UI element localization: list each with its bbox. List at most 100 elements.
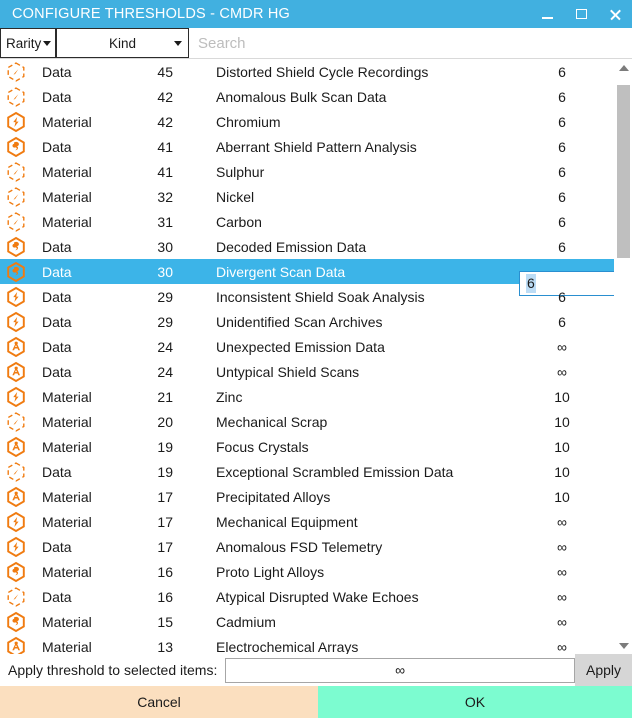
rarity-filter-dropdown[interactable]: Rarity [0, 28, 56, 58]
kind-filter-dropdown[interactable]: Kind [56, 28, 189, 58]
table-row[interactable]: Material 21 Zinc 10 [0, 384, 614, 409]
table-row[interactable]: Material 17 Precipitated Alloys 10 [0, 484, 614, 509]
threshold-cell[interactable]: 10 [518, 414, 614, 430]
table-row[interactable]: Data 42 Anomalous Bulk Scan Data 6 [0, 84, 614, 109]
search-input[interactable] [189, 27, 632, 59]
table-row[interactable]: Material 20 Mechanical Scrap 10 [0, 409, 614, 434]
table-row[interactable]: Data 29 Unidentified Scan Archives 6 [0, 309, 614, 334]
hex-solid-atom-icon [7, 636, 25, 654]
scrollbar-track[interactable] [615, 76, 632, 637]
table-row[interactable]: Material 17 Mechanical Equipment ∞ [0, 509, 614, 534]
apply-button[interactable]: Apply [575, 654, 632, 686]
threshold-cell[interactable]: 6 [518, 239, 614, 255]
chevron-down-icon [618, 642, 629, 649]
threshold-cell[interactable]: 10 [518, 389, 614, 405]
threshold-cell[interactable]: ∞ [518, 539, 614, 555]
threshold-cell[interactable]: 10 [518, 489, 614, 505]
item-name-cell: Electrochemical Arrays [216, 638, 359, 655]
table-row[interactable]: Material 42 Chromium 6 [0, 109, 614, 134]
ok-button[interactable]: OK [318, 686, 632, 718]
table-row[interactable]: Material 32 Nickel 6 [0, 184, 614, 209]
rarity-icon-cell [0, 311, 32, 333]
threshold-cell[interactable]: ∞ [518, 639, 614, 655]
threshold-cell[interactable]: ∞ [518, 364, 614, 380]
table-row[interactable]: Data 41 Aberrant Shield Pattern Analysis 6 [0, 134, 614, 159]
table-row[interactable]: Data 19 Exceptional Scrambled Emission Dat… [0, 459, 614, 484]
cancel-button[interactable]: Cancel [0, 686, 318, 718]
rarity-icon-cell [0, 411, 32, 433]
scroll-up-button[interactable] [615, 59, 632, 76]
threshold-cell[interactable]: 6 [518, 139, 614, 155]
window-controls [530, 0, 632, 28]
rarity-icon-cell [0, 211, 32, 233]
rarity-icon-cell [0, 611, 32, 633]
table-row[interactable]: Data 29 Inconsistent Shield Soak Analysis 6 [0, 284, 614, 309]
count-cell: 29 [157, 288, 173, 305]
maximize-button[interactable] [564, 0, 598, 28]
scrollbar-thumb[interactable] [617, 85, 630, 258]
count-cell: 20 [157, 413, 173, 430]
count-cell: 41 [157, 163, 173, 180]
table-row[interactable]: Material 41 Sulphur 6 [0, 159, 614, 184]
table-row[interactable]: Data 30 Divergent Scan Data 6 [0, 259, 614, 296]
rarity-icon-cell [0, 286, 32, 308]
table-row[interactable]: Data 16 Atypical Disrupted Wake Echoes ∞ [0, 584, 614, 609]
threshold-cell[interactable]: 6 [518, 289, 614, 305]
kind-cell: Material [42, 638, 92, 655]
vertical-scrollbar[interactable] [614, 59, 632, 654]
threshold-cell[interactable]: ∞ [518, 514, 614, 530]
hex-dashed-comet-icon [7, 86, 25, 107]
count-cell: 17 [157, 488, 173, 505]
threshold-cell[interactable]: ∞ [518, 614, 614, 630]
threshold-cell[interactable]: 6 [518, 64, 614, 80]
hex-solid-swirl-icon [7, 261, 25, 282]
minimize-button[interactable] [530, 0, 564, 28]
threshold-list-area: Data 45 Distorted Shield Cycle Recordings 6… [0, 59, 632, 654]
kind-cell: Material [42, 413, 92, 430]
table-row[interactable]: Material 31 Carbon 6 [0, 209, 614, 234]
kind-cell: Material [42, 563, 92, 580]
count-cell: 17 [157, 538, 173, 555]
rarity-icon-cell [0, 236, 32, 258]
threshold-cell[interactable]: ∞ [518, 589, 614, 605]
threshold-list[interactable]: Data 45 Distorted Shield Cycle Recordings 6… [0, 59, 614, 654]
table-row[interactable]: Data 17 Anomalous FSD Telemetry ∞ [0, 534, 614, 559]
threshold-cell[interactable]: 6 [518, 114, 614, 130]
threshold-cell[interactable]: 6 [518, 314, 614, 330]
table-row[interactable]: Data 24 Untypical Shield Scans ∞ [0, 359, 614, 384]
scroll-down-button[interactable] [615, 637, 632, 654]
apply-threshold-input[interactable] [225, 657, 575, 683]
table-row[interactable]: Data 24 Unexpected Emission Data ∞ [0, 334, 614, 359]
table-row[interactable]: Data 30 Decoded Emission Data 6 [0, 234, 614, 259]
count-cell: 19 [157, 438, 173, 455]
threshold-cell[interactable]: ∞ [518, 564, 614, 580]
threshold-cell[interactable]: 6 [518, 214, 614, 230]
threshold-cell[interactable]: 6 [518, 189, 614, 205]
threshold-cell[interactable]: 6 [518, 164, 614, 180]
item-name-cell: Cadmium [216, 613, 276, 630]
count-cell: 42 [157, 88, 173, 105]
threshold-cell[interactable]: 10 [518, 439, 614, 455]
table-row[interactable]: Data 45 Distorted Shield Cycle Recordings 6 [0, 59, 614, 84]
threshold-cell[interactable]: 10 [518, 464, 614, 480]
table-row[interactable]: Material 15 Cadmium ∞ [0, 609, 614, 634]
item-name-cell: Chromium [216, 113, 281, 130]
rarity-icon-cell [0, 561, 32, 583]
rarity-icon-cell [0, 261, 32, 283]
table-row[interactable]: Material 19 Focus Crystals 10 [0, 434, 614, 459]
threshold-cell[interactable]: ∞ [518, 339, 614, 355]
threshold-cell[interactable]: 6 [518, 89, 614, 105]
hex-solid-atom-icon [7, 486, 25, 507]
close-button[interactable] [598, 0, 632, 28]
rarity-icon-cell [0, 486, 32, 508]
table-row[interactable]: Material 16 Proto Light Alloys ∞ [0, 559, 614, 584]
chevron-up-icon [618, 64, 629, 71]
kind-cell: Data [42, 463, 72, 480]
hex-dashed-comet-icon [7, 461, 25, 482]
hex-dashed-comet-icon [7, 61, 25, 82]
rarity-icon-cell [0, 61, 32, 83]
table-row[interactable]: Material 13 Electrochemical Arrays ∞ [0, 634, 614, 654]
count-cell: 29 [157, 313, 173, 330]
kind-cell: Data [42, 138, 72, 155]
kind-cell: Data [42, 313, 72, 330]
